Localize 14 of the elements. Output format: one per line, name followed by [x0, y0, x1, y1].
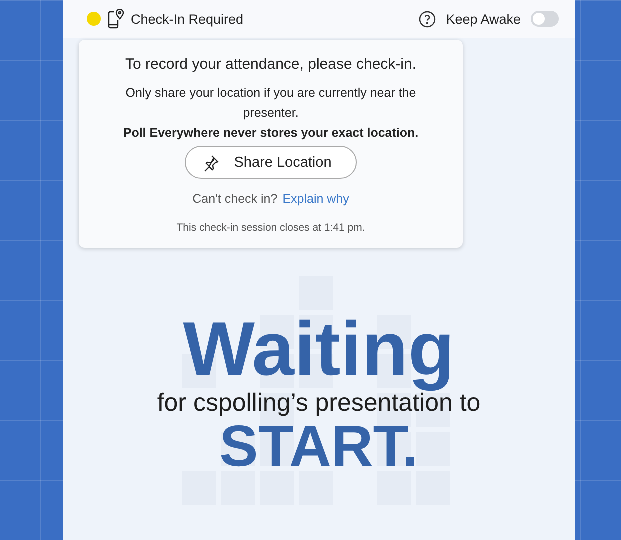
explain-why-link[interactable]: Explain why: [282, 192, 350, 206]
pin-icon: [202, 154, 220, 172]
privacy-note: Poll Everywhere never stores your exact location.: [123, 125, 419, 142]
help-prompt: Can't check in?: [192, 192, 278, 206]
check-in-status: Check-In Required: [131, 12, 244, 26]
help-icon[interactable]: [419, 10, 436, 28]
start-title: START.: [220, 418, 418, 476]
closing-time-note: This check-in session closes at 1:41 pm.: [176, 222, 366, 234]
keep-awake-toggle[interactable]: [531, 11, 559, 27]
check-in-heading: To record your attendance, please check-in.: [126, 56, 416, 73]
keep-awake-label: Keep Awake: [446, 12, 521, 26]
share-location-button[interactable]: Share Location: [185, 146, 357, 179]
location-note: Only share your location if you are currently near the presenter.: [124, 85, 418, 122]
phone-location-icon: [107, 9, 125, 29]
